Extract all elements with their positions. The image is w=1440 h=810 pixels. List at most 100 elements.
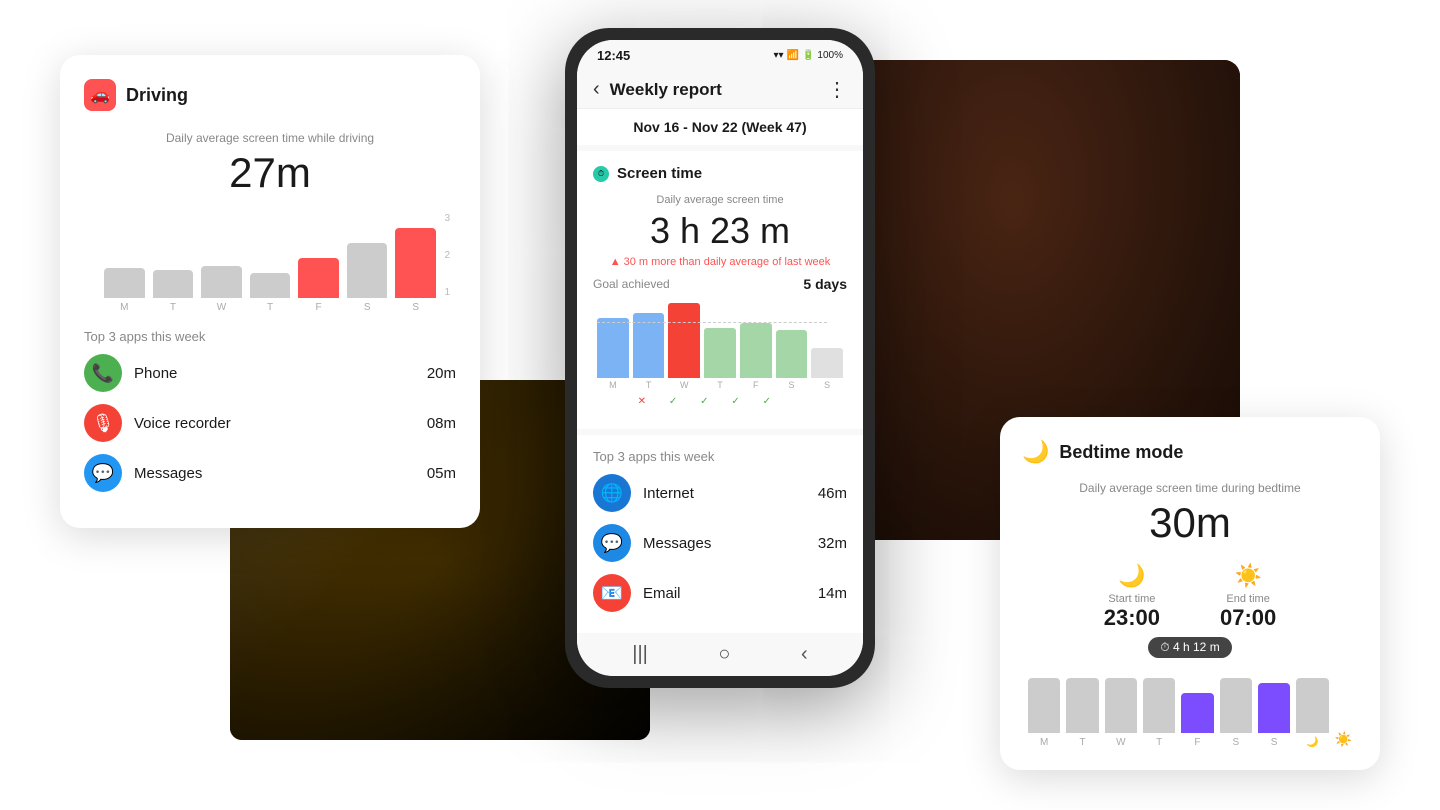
phone-bar-wrap: T — [704, 328, 736, 390]
phone-apps-list: 🌐 Internet 46m 💬 Messages 32m 📧 Email 14… — [593, 474, 847, 612]
dashed-line — [597, 322, 827, 323]
bedtime-bar-label: 🌙 — [1306, 737, 1318, 748]
phone-bar — [776, 330, 808, 378]
bedtime-bar — [1066, 678, 1098, 733]
bedtime-bar-wrap: M — [1028, 678, 1060, 748]
phone-app-time: 14m — [818, 585, 847, 602]
phone-bar-label: S — [824, 380, 830, 390]
phone-app-name: Internet — [643, 485, 806, 502]
nav-lines[interactable]: ||| — [632, 643, 648, 666]
bar-status-icon: ✓ — [697, 396, 711, 407]
phone-app-name: Email — [643, 585, 806, 602]
driving-bar — [104, 268, 145, 298]
phone-app-row: 💬 Messages 32m — [593, 524, 847, 562]
phone-app-name: Messages — [643, 535, 806, 552]
nav-home[interactable]: ○ — [718, 643, 730, 666]
app-time: 05m — [427, 465, 456, 482]
status-icons: ▾▾ 📶 🔋 100% — [773, 50, 843, 61]
driving-bar-wrap: T — [153, 270, 194, 313]
app-icon: 💬 — [84, 454, 122, 492]
battery-icon: 🔋 — [802, 50, 814, 61]
driving-subtitle: Daily average screen time while driving — [84, 131, 456, 145]
bar-day-label: W — [217, 302, 226, 313]
bedtime-bar-label: M — [1040, 737, 1048, 748]
app-icon: 🎙 — [84, 404, 122, 442]
bedtime-bar — [1105, 678, 1137, 733]
end-time-col: ☀️ End time 07:00 — [1220, 563, 1276, 631]
date-range: Nov 16 - Nov 22 (Week 47) — [577, 109, 863, 145]
screen-time-header: ⏱ Screen time — [593, 165, 847, 182]
bedtime-bar-label: S — [1232, 737, 1239, 748]
bar-day-label: S — [412, 302, 419, 313]
bar-day-label: S — [364, 302, 371, 313]
driving-apps-label: Top 3 apps this week — [84, 329, 456, 344]
bedtime-bar-label: T — [1156, 737, 1162, 748]
phone-bar-wrap: F — [740, 323, 772, 390]
goal-label: Goal achieved — [593, 277, 670, 291]
phone-bar-wrap: S — [811, 348, 843, 390]
phone-bar-label: T — [646, 380, 652, 390]
bedtime-bar — [1220, 678, 1252, 733]
phone-app-time: 46m — [818, 485, 847, 502]
bedtime-bar-label: W — [1116, 737, 1125, 748]
phone-app-icon: 📧 — [593, 574, 631, 612]
app-row: 🎙 Voice recorder 08m — [84, 404, 456, 442]
phone-nav-bar: ||| ○ ‹ — [577, 633, 863, 676]
phone-app-row: 🌐 Internet 46m — [593, 474, 847, 512]
bar-status-icon: ✓ — [666, 396, 680, 407]
top-apps-section: Top 3 apps this week 🌐 Internet 46m 💬 Me… — [577, 435, 863, 633]
driving-bar — [298, 258, 339, 298]
start-time-value: 23:00 — [1104, 605, 1160, 631]
bar-status-icon — [791, 396, 805, 407]
goal-row: Goal achieved 5 days — [593, 276, 847, 292]
top-apps-label: Top 3 apps this week — [593, 449, 847, 464]
signal-icon: 📶 — [787, 50, 799, 61]
bedtime-chart: MTWTFSS🌙☀️ — [1022, 668, 1358, 748]
phone-bar — [704, 328, 736, 378]
more-button[interactable]: ⋮ — [827, 77, 847, 102]
app-time: 08m — [427, 415, 456, 432]
app-row: 📞 Phone 20m — [84, 354, 456, 392]
nav-back[interactable]: ‹ — [801, 643, 808, 666]
phone-app-row: 📧 Email 14m — [593, 574, 847, 612]
driving-bar-wrap: F — [298, 258, 339, 313]
bedtime-bar-label: S — [1271, 737, 1278, 748]
moon-icon: 🌙 — [1022, 439, 1049, 465]
bedtime-bar-wrap: S — [1258, 683, 1290, 748]
phone-bar-wrap: T — [633, 313, 665, 390]
bedtime-bar — [1028, 678, 1060, 733]
driving-card: 🚗 Driving Daily average screen time whil… — [60, 55, 480, 528]
driving-card-header: 🚗 Driving — [84, 79, 456, 111]
phone-bar — [668, 303, 700, 378]
end-time-value: 07:00 — [1220, 605, 1276, 631]
bedtime-bar-wrap: S — [1220, 678, 1252, 748]
bedtime-times: 🌙 Start time 23:00 ☀️ End time 07:00 — [1022, 563, 1358, 631]
app-name: Voice recorder — [134, 415, 415, 432]
start-time-col: 🌙 Start time 23:00 — [1104, 563, 1160, 631]
bar-day-label: T — [170, 302, 176, 313]
back-button[interactable]: ‹ — [593, 78, 600, 101]
driving-bar — [395, 228, 436, 298]
moon-start-icon: 🌙 — [1104, 563, 1160, 589]
bedtime-bar-wrap: F — [1181, 693, 1213, 748]
app-icon: 📞 — [84, 354, 122, 392]
bar-day-label: M — [120, 302, 128, 313]
driving-bar-wrap: T — [250, 273, 291, 313]
weekly-report-title: Weekly report — [610, 80, 827, 100]
screen-time-title: Screen time — [617, 165, 702, 182]
phone-bar-label: T — [717, 380, 723, 390]
battery-label: 100% — [817, 50, 843, 61]
phone-bar-wrap: S — [776, 330, 808, 390]
phone-bar-icons-row: ✕✓✓✓✓ — [593, 394, 847, 409]
bedtime-title: Bedtime mode — [1059, 442, 1183, 463]
driving-bar-wrap: S — [395, 228, 436, 313]
phone-mockup: 12:45 ▾▾ 📶 🔋 100% ‹ Weekly report ⋮ Nov … — [565, 28, 875, 688]
driving-title: Driving — [126, 85, 188, 106]
bar-day-label: F — [316, 302, 322, 313]
driving-bar — [201, 266, 242, 298]
bedtime-bar-wrap: T — [1143, 678, 1175, 748]
driving-bar-wrap: S — [347, 243, 388, 313]
bedtime-card: 🌙 Bedtime mode Daily average screen time… — [1000, 417, 1380, 770]
phone-bar-label: W — [680, 380, 689, 390]
driving-bar — [347, 243, 388, 298]
